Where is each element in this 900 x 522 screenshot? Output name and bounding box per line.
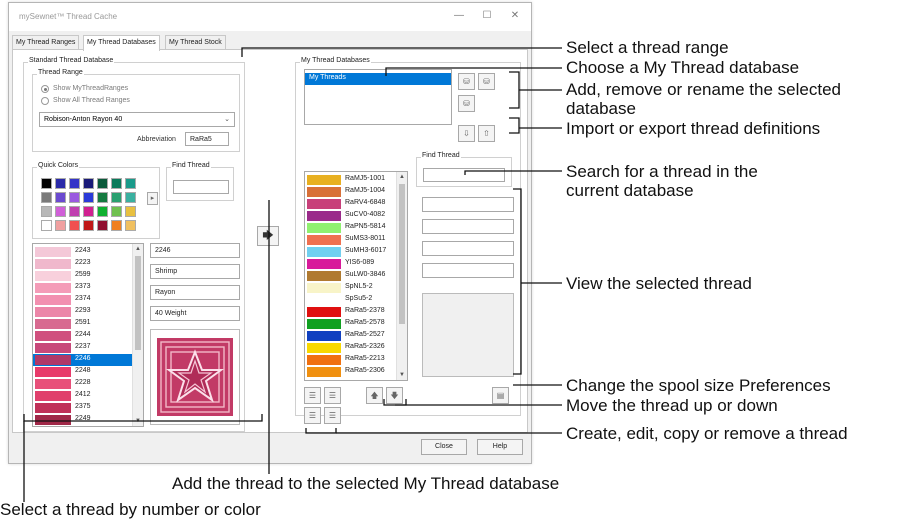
callout-add-remove: Add, remove or rename the selected	[566, 80, 841, 99]
callout-search-1: Search for a thread in the	[566, 162, 758, 181]
callout-view: View the selected thread	[566, 274, 752, 293]
callout-add-remove-2: database	[566, 99, 636, 118]
callout-import-export: Import or export thread definitions	[566, 119, 821, 138]
tab-my-thread-databases[interactable]: My Thread Databases	[83, 35, 160, 51]
annotated-screenshot: mySewnet™ Thread Cache — ☐ ✕ My Thread R…	[0, 0, 900, 522]
callout-create: Create, edit, copy or remove a thread	[566, 424, 848, 443]
callout-select-thread: Select a thread by number or color	[0, 500, 261, 519]
callout-lines	[23, 47, 562, 502]
callout-move: Move the thread up or down	[566, 396, 778, 415]
callout-choose-db: Choose a My Thread database	[566, 58, 800, 77]
callout-add-thread: Add the thread to the selected My Thread…	[172, 474, 560, 493]
callout-search-2: current database	[566, 181, 694, 200]
callout-spool: Change the spool size Preferences	[566, 376, 831, 395]
callout-select-range: Select a thread range	[566, 38, 729, 57]
